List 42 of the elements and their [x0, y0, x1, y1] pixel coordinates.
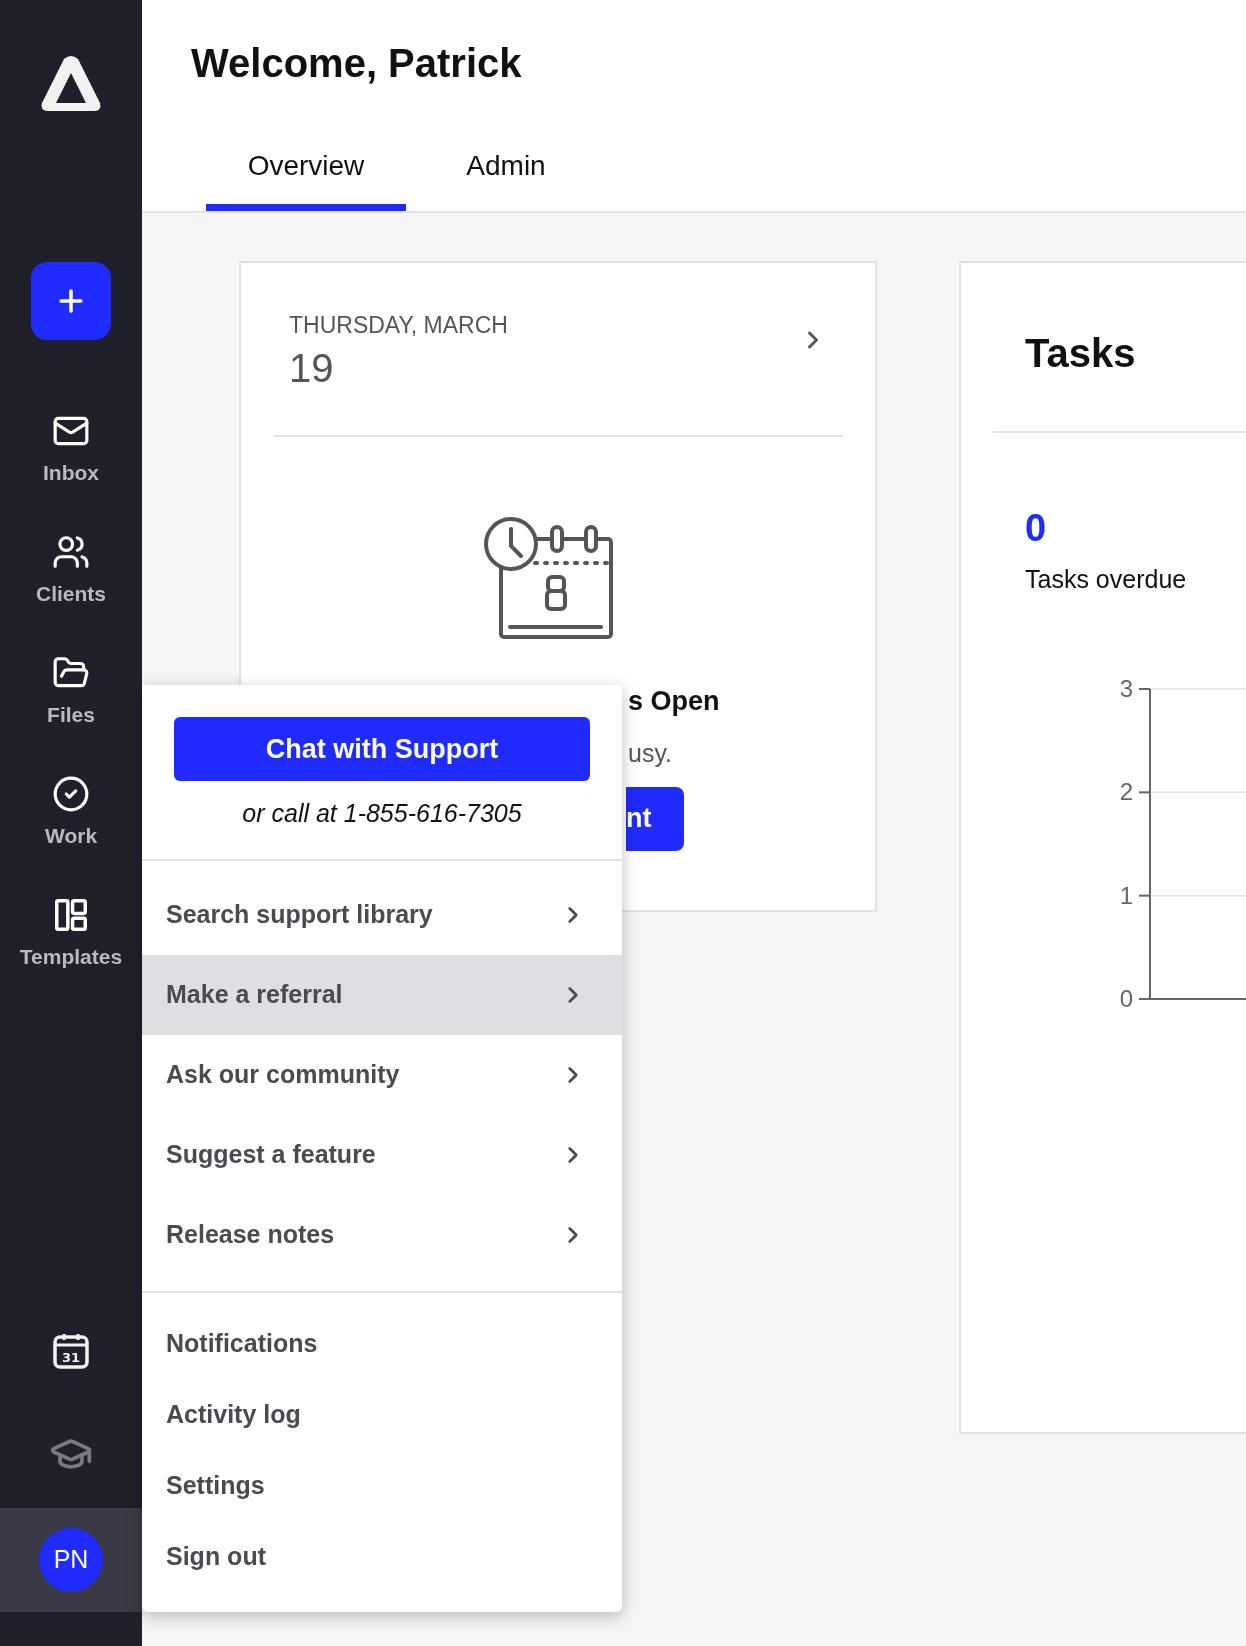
tab[interactable]: Admin: [406, 133, 606, 211]
tick-mark: [1138, 997, 1151, 1000]
chat-support-button[interactable]: Chat with Support: [174, 717, 590, 781]
page-title: Welcome, Patrick: [191, 40, 522, 87]
nav-item[interactable]: Files: [0, 654, 142, 725]
date-label: THURSDAY, MARCH: [289, 311, 508, 340]
add-button[interactable]: [31, 262, 111, 340]
axis-label: 1: [1119, 881, 1133, 909]
tick-mark: [1138, 687, 1151, 690]
menu-item[interactable]: Suggest a feature: [142, 1114, 622, 1195]
nav-item[interactable]: Work: [0, 775, 142, 846]
people-icon: [51, 533, 91, 571]
account-row[interactable]: PN: [0, 1508, 142, 1612]
phone-text: or call at 1-855-616-7305: [242, 798, 522, 829]
axis-label: 0: [1119, 984, 1133, 1012]
axis-label: 2: [1119, 777, 1133, 805]
overdue-count: 0: [1025, 509, 1047, 547]
menu-item[interactable]: Search support library: [142, 874, 622, 955]
tick-mark: [1138, 790, 1151, 793]
menu-item[interactable]: Sign out: [142, 1521, 622, 1593]
schedule-text: usy.: [628, 738, 672, 769]
tasks-title: Tasks: [1025, 330, 1136, 377]
menu-item[interactable]: Make a referral: [142, 954, 622, 1035]
day-number: 19: [289, 344, 334, 392]
tick-mark: [1138, 894, 1151, 897]
nav-item[interactable]: Inbox: [0, 412, 142, 483]
overdue-label: Tasks overdue: [1025, 564, 1187, 595]
menu-item[interactable]: Activity log: [142, 1379, 622, 1451]
menu-item[interactable]: Release notes: [142, 1194, 622, 1275]
axis-label: 3: [1119, 678, 1133, 702]
nav-item[interactable]: Templates: [0, 896, 142, 967]
calendar-icon[interactable]: 31: [52, 1332, 90, 1370]
menu-item[interactable]: Notifications: [142, 1308, 622, 1380]
schedule-title: s Open: [628, 684, 720, 718]
menu-item[interactable]: Settings: [142, 1450, 622, 1522]
user-avatar: PN: [39, 1528, 103, 1592]
schedule-button[interactable]: nt: [626, 786, 684, 851]
menu-item[interactable]: Ask our community: [142, 1034, 622, 1115]
check-circle-icon: [51, 775, 91, 813]
tab[interactable]: Overview: [206, 133, 406, 211]
logo-icon: [40, 55, 102, 113]
nav-item[interactable]: Clients: [0, 533, 142, 604]
